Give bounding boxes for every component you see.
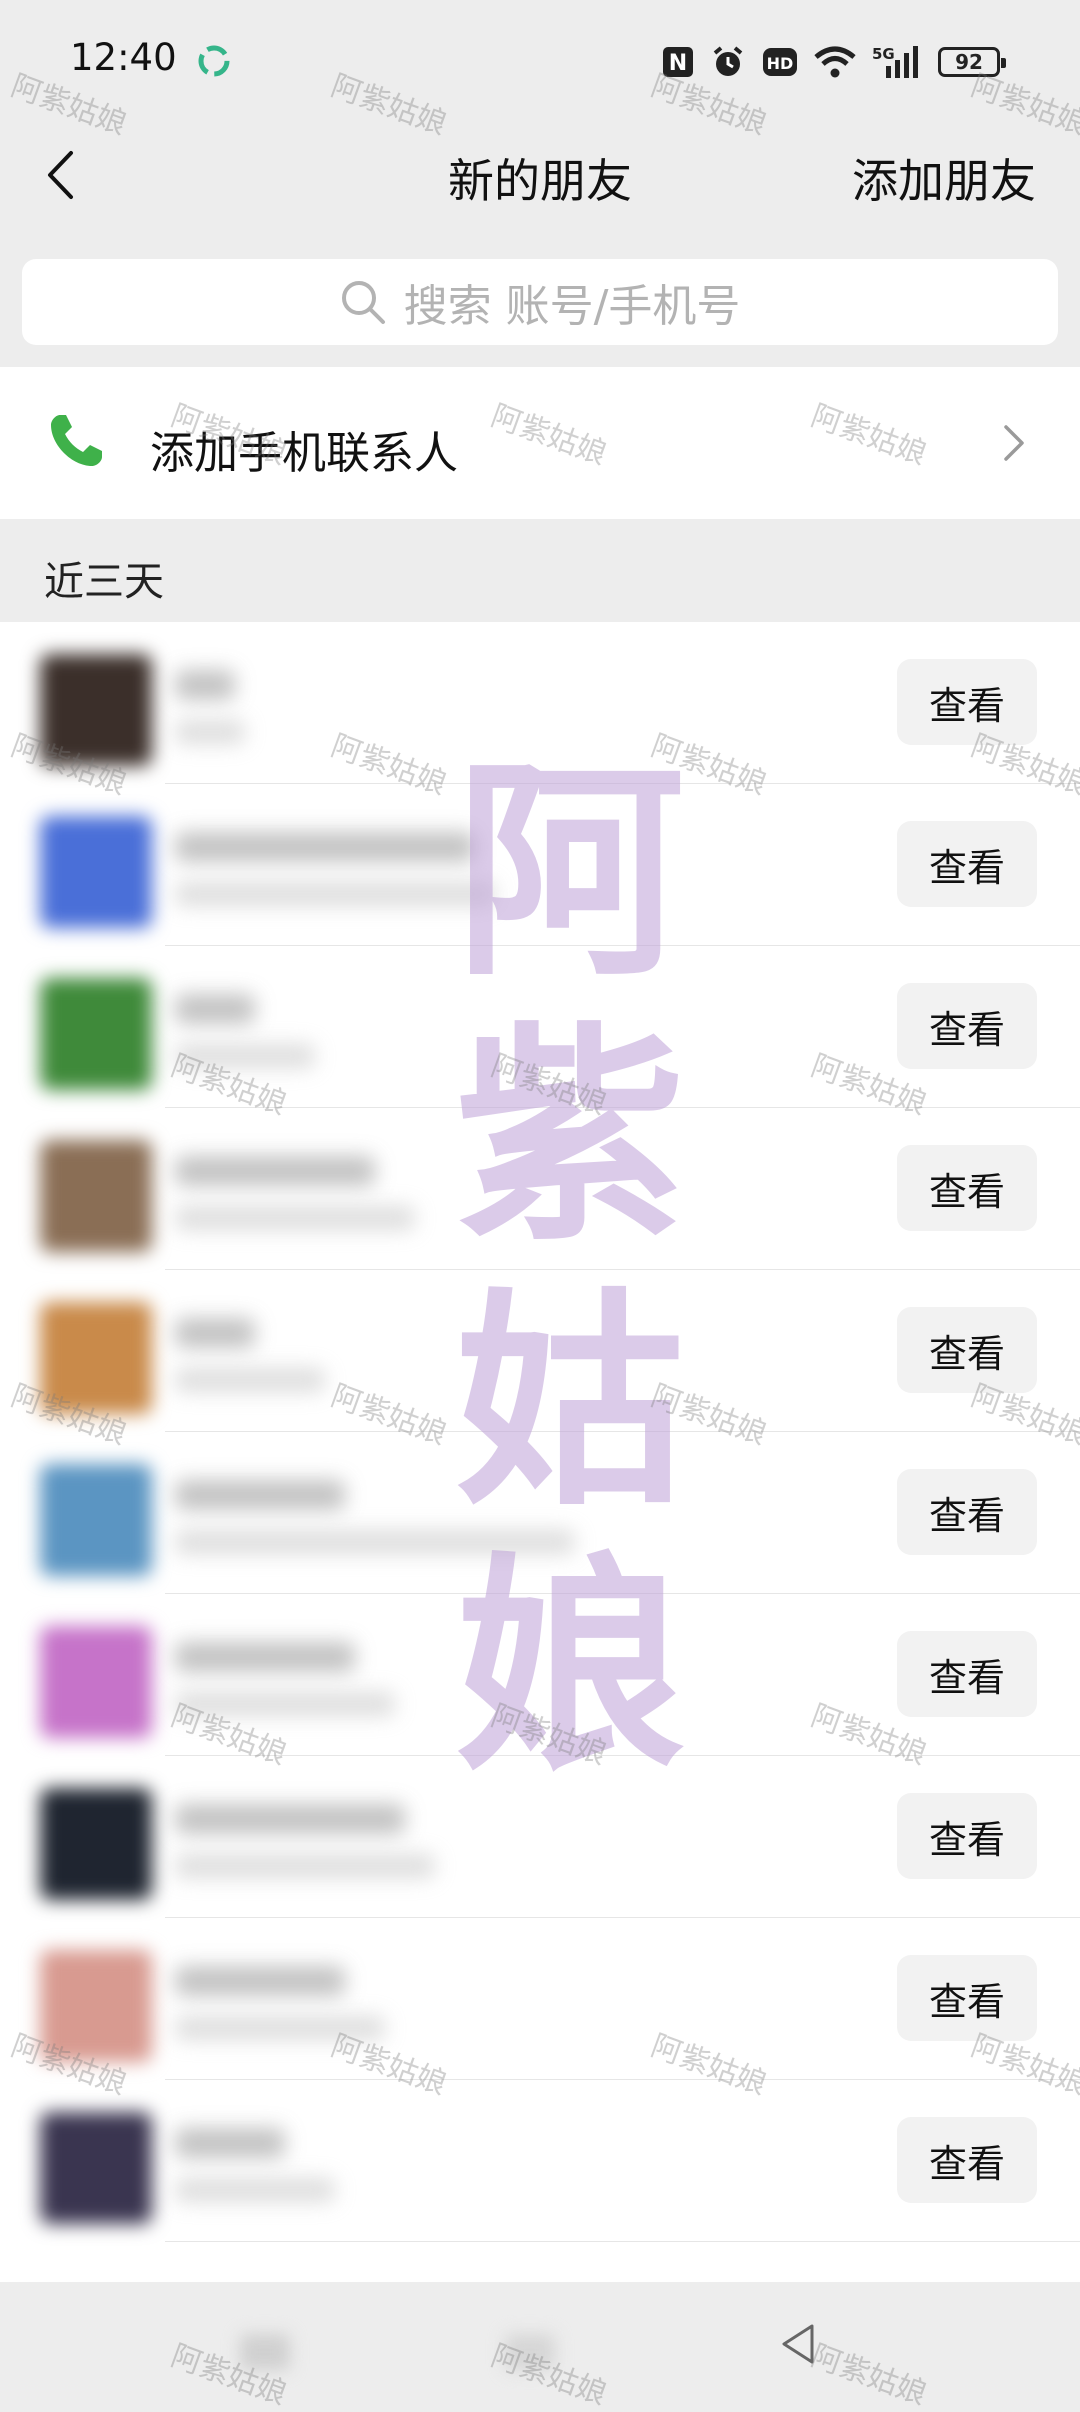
blurred-name — [175, 832, 475, 862]
phone-icon — [51, 415, 102, 466]
nav-back-icon[interactable] — [778, 2322, 818, 2366]
blurred-name — [175, 1966, 345, 1996]
view-button[interactable]: 查看 — [897, 659, 1037, 745]
alarm-icon — [710, 42, 746, 82]
add-phone-contacts-label: 添加手机联系人 — [150, 428, 458, 479]
battery-level: 92 — [938, 47, 1006, 77]
add-phone-contacts-row[interactable]: 添加手机联系人 — [0, 367, 1080, 519]
blurred-message — [175, 882, 495, 906]
search-input[interactable]: 搜索 账号/手机号 — [22, 259, 1058, 345]
friend-request-row[interactable]: 查看 — [0, 946, 1080, 1108]
status-time: 12:40 — [70, 36, 177, 79]
wifi-icon — [814, 42, 856, 82]
avatar — [40, 1788, 152, 1900]
view-button[interactable]: 查看 — [897, 1469, 1037, 1555]
friend-request-row[interactable]: 查看 — [0, 622, 1080, 784]
chevron-left-icon — [48, 151, 73, 199]
nav-home-blurred[interactable] — [240, 2334, 290, 2370]
blurred-message — [175, 720, 245, 744]
nfc-icon: N — [662, 42, 694, 82]
section-header: 近三天 — [0, 519, 1080, 622]
view-button[interactable]: 查看 — [897, 1145, 1037, 1231]
cellular-signal-icon: 5G — [872, 42, 922, 82]
avatar — [40, 1950, 152, 2062]
avatar — [40, 1464, 152, 1576]
blurred-name — [175, 1156, 375, 1186]
nav-header: 新的朋友 添加朋友 — [0, 125, 1080, 225]
blurred-message — [175, 1530, 575, 1554]
screen: 12:40 N HD 5G 92 新的朋友 添加朋友 搜索 账号/手机号 添加手… — [0, 0, 1080, 2412]
view-button[interactable]: 查看 — [897, 1631, 1037, 1717]
friend-request-row[interactable]: 查看 — [0, 2080, 1080, 2242]
friend-request-row[interactable]: 查看 — [0, 1594, 1080, 1756]
friend-request-list: 查看 查看 查看 查看 查看 查看 查看 查看 查看 查看 — [0, 622, 1080, 2282]
avatar — [40, 1140, 152, 1252]
chevron-right-icon — [1004, 425, 1024, 461]
section-title: 近三天 — [44, 559, 164, 605]
svg-text:5G: 5G — [872, 45, 895, 63]
friend-request-row[interactable]: 查看 — [0, 1270, 1080, 1432]
view-button[interactable]: 查看 — [897, 1793, 1037, 1879]
add-friend-button[interactable]: 添加朋友 — [852, 145, 1036, 211]
battery-icon: 92 — [938, 42, 1006, 82]
view-button[interactable]: 查看 — [897, 983, 1037, 1069]
status-bar: 12:40 N HD 5G 92 — [0, 0, 1080, 125]
svg-text:N: N — [669, 51, 687, 76]
blurred-message — [175, 1044, 315, 1068]
search-icon — [341, 281, 385, 324]
blurred-message — [175, 1854, 435, 1878]
blurred-message — [175, 1206, 415, 1230]
friend-request-row[interactable]: 查看 — [0, 1432, 1080, 1594]
row-divider — [165, 2241, 1080, 2242]
blurred-name — [175, 994, 255, 1024]
back-button[interactable] — [30, 143, 90, 207]
blurred-name — [175, 1318, 255, 1348]
app-notification-icon — [198, 45, 230, 77]
view-button[interactable]: 查看 — [897, 821, 1037, 907]
friend-request-row[interactable]: 查看 — [0, 784, 1080, 946]
nav-recent-blurred[interactable] — [505, 2334, 555, 2370]
friend-request-row[interactable]: 查看 — [0, 1756, 1080, 1918]
view-button[interactable]: 查看 — [897, 2117, 1037, 2203]
avatar — [40, 654, 152, 766]
blurred-message — [175, 1692, 395, 1716]
search-placeholder: 搜索 账号/手机号 — [403, 281, 741, 332]
blurred-name — [175, 1642, 355, 1672]
avatar — [40, 816, 152, 928]
blurred-message — [175, 1368, 325, 1392]
svg-text:HD: HD — [767, 54, 794, 73]
avatar — [40, 2112, 152, 2224]
view-button[interactable]: 查看 — [897, 1955, 1037, 2041]
avatar — [40, 1626, 152, 1738]
friend-request-row[interactable]: 查看 — [0, 1918, 1080, 2080]
blurred-message — [175, 2178, 335, 2202]
system-nav-bar — [0, 2282, 1080, 2412]
friend-request-row[interactable]: 查看 — [0, 1108, 1080, 1270]
view-button[interactable]: 查看 — [897, 1307, 1037, 1393]
blurred-name — [175, 2128, 285, 2158]
hd-icon: HD — [762, 42, 798, 82]
blurred-name — [175, 1804, 405, 1834]
avatar — [40, 978, 152, 1090]
blurred-name — [175, 1480, 345, 1510]
status-icons: N HD 5G 92 — [662, 40, 1006, 84]
avatar — [40, 1302, 152, 1414]
blurred-name — [175, 670, 235, 700]
blurred-message — [175, 2016, 385, 2040]
